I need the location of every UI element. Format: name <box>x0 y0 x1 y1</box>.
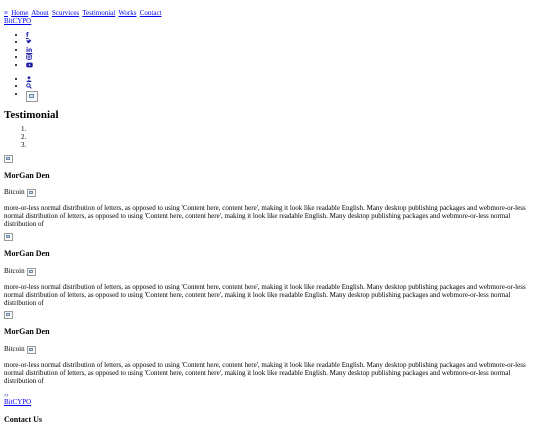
carousel-indicators <box>4 126 536 149</box>
user-tools <box>4 76 536 103</box>
social-item: f <box>26 32 536 40</box>
top-nav: ≡ Home About Scurvices Testimonial Works… <box>4 9 536 18</box>
testimonial-title: Testimonial <box>4 108 59 121</box>
nav-works-link[interactable]: Works <box>118 9 136 17</box>
user-tool-item <box>26 90 536 103</box>
user-tool-item <box>26 76 536 84</box>
brand-logo-link[interactable]: BitCYPO <box>4 17 31 25</box>
user-tool-item <box>26 83 536 91</box>
testimonial-text: more-or-less normal distribution of lett… <box>4 282 526 307</box>
quote-icon <box>26 189 36 198</box>
avatar-image <box>4 311 13 320</box>
social-links: f in <box>4 32 536 70</box>
linkedin-icon[interactable]: in <box>26 47 32 54</box>
quote-icon <box>26 346 36 355</box>
social-item <box>26 39 536 47</box>
social-item: in <box>26 47 536 55</box>
testimonial-item: MorGan Den Bitcoin more-or-less normal d… <box>4 232 536 307</box>
testimonial-role: Bitcoin <box>4 345 536 355</box>
flag-image[interactable] <box>26 90 38 102</box>
brand-row: BitCYPO <box>4 17 536 26</box>
contact-title: Contact Us <box>4 414 42 424</box>
youtube-icon[interactable] <box>26 62 33 70</box>
testimonial-role-label: Bitcoin <box>4 188 25 197</box>
facebook-icon[interactable]: f <box>26 32 29 39</box>
page: ≡ Home About Scurvices Testimonial Works… <box>0 0 540 425</box>
testimonial-item: MorGan Den Bitcoin more-or-less normal d… <box>4 154 536 229</box>
nav-home-link[interactable]: Home <box>11 9 28 17</box>
testimonial-name: MorGan Den <box>4 170 50 180</box>
testimonial-role: Bitcoin <box>4 188 536 198</box>
nav-testimonial-link[interactable]: Testimonial <box>82 9 115 17</box>
testimonial-role: Bitcoin <box>4 266 536 276</box>
avatar-image <box>4 154 13 163</box>
avatar-image <box>4 232 13 241</box>
carousel-indicator[interactable] <box>28 142 536 150</box>
nav-about-link[interactable]: About <box>31 9 49 17</box>
nav-services-link[interactable]: Scurvices <box>52 9 79 17</box>
quote-icon <box>26 267 36 276</box>
testimonial-text: more-or-less normal distribution of lett… <box>4 204 526 229</box>
social-item <box>26 54 536 62</box>
nav-contact-link[interactable]: Contact <box>140 9 162 17</box>
carousel-indicator[interactable] <box>28 126 536 134</box>
testimonial-role-label: Bitcoin <box>4 345 25 354</box>
testimonial-name: MorGan Den <box>4 327 50 337</box>
carousel-controls: ‹› <box>4 392 536 399</box>
testimonial-role-label: Bitcoin <box>4 266 25 275</box>
flag-icon <box>26 90 38 102</box>
footer-brand-row: BitCYPO <box>4 398 536 407</box>
testimonial-list: MorGan Den Bitcoin more-or-less normal d… <box>4 154 536 386</box>
testimonial-text: more-or-less normal distribution of lett… <box>4 361 526 385</box>
menu-toggle-button[interactable]: ≡ <box>4 9 8 17</box>
testimonial-name: MorGan Den <box>4 248 50 258</box>
testimonial-item: MorGan Den Bitcoin more-or-less normal d… <box>4 311 536 385</box>
social-item <box>26 62 536 70</box>
carousel-indicator[interactable] <box>28 134 536 142</box>
